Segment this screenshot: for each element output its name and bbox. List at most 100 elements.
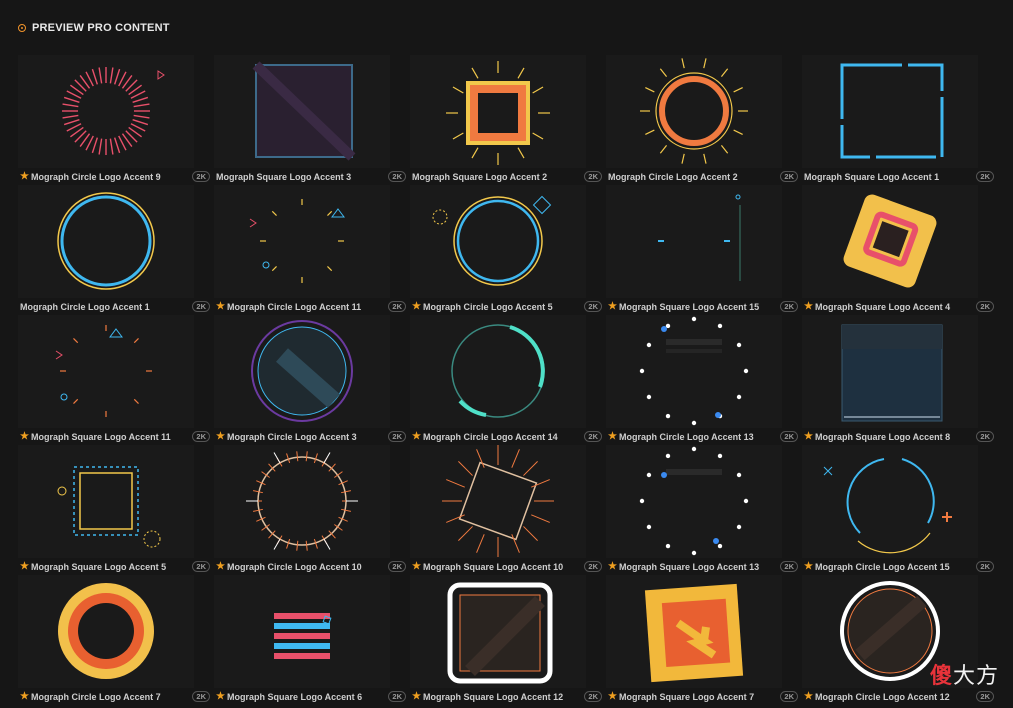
asset-title: Mograph Circle Logo Accent 15	[814, 561, 950, 572]
asset-title: Mograph Square Logo Accent 2	[412, 171, 548, 182]
resolution-badge: 2K	[976, 431, 994, 442]
asset-thumbnail[interactable]	[18, 315, 194, 428]
asset-card[interactable]: ★ Mograph Square Logo Accent 12 2K	[410, 575, 606, 705]
asset-thumbnail[interactable]	[214, 315, 390, 428]
logo-accent-preview	[644, 583, 744, 683]
asset-thumbnail[interactable]	[214, 445, 390, 558]
pro-star-icon: ★	[20, 561, 29, 572]
asset-title: Mograph Circle Logo Accent 3	[226, 431, 357, 442]
resolution-badge: 2K	[976, 301, 994, 312]
asset-thumbnail[interactable]	[606, 575, 782, 688]
asset-thumbnail[interactable]	[802, 185, 978, 298]
asset-thumbnail[interactable]	[214, 575, 390, 688]
asset-card[interactable]: Mograph Circle Logo Accent 2 2K	[606, 55, 802, 185]
logo-accent-preview	[658, 194, 741, 281]
asset-caption: Mograph Square Logo Accent 2 2K	[412, 171, 602, 182]
asset-thumbnail[interactable]	[606, 445, 782, 558]
resolution-badge: 2K	[584, 561, 602, 572]
asset-card[interactable]: Mograph Square Logo Accent 2 2K	[410, 55, 606, 185]
asset-card[interactable]: ★ Mograph Square Logo Accent 13 2K	[606, 445, 802, 575]
asset-title: Mograph Square Logo Accent 11	[30, 431, 171, 442]
asset-card[interactable]: ★ Mograph Circle Logo Accent 3 2K	[214, 315, 410, 445]
asset-thumbnail[interactable]	[802, 55, 978, 168]
asset-caption: ★ Mograph Circle Logo Accent 13 2K	[608, 431, 798, 442]
preview-pro-toggle[interactable]: PREVIEW PRO CONTENT	[18, 22, 170, 34]
pro-star-icon: ★	[412, 301, 421, 312]
pro-star-icon: ★	[804, 691, 813, 702]
asset-title: Mograph Square Logo Accent 12	[422, 691, 564, 702]
logo-accent-preview	[442, 445, 554, 557]
resolution-badge: 2K	[976, 171, 994, 182]
logo-accent-preview	[639, 446, 749, 556]
asset-thumbnail[interactable]	[410, 445, 586, 558]
asset-caption: ★ Mograph Square Logo Accent 5 2K	[20, 561, 210, 572]
resolution-badge: 2K	[780, 431, 798, 442]
asset-card[interactable]: ★ Mograph Square Logo Accent 10 2K	[410, 445, 606, 575]
asset-title: Mograph Circle Logo Accent 2	[608, 171, 738, 182]
asset-caption: Mograph Square Logo Accent 3 2K	[216, 171, 406, 182]
asset-card[interactable]: ★ Mograph Circle Logo Accent 13 2K	[606, 315, 802, 445]
pro-star-icon: ★	[608, 691, 617, 702]
asset-thumbnail[interactable]	[18, 55, 194, 168]
resolution-badge: 2K	[780, 561, 798, 572]
asset-caption: ★ Mograph Circle Logo Accent 3 2K	[216, 431, 406, 442]
pro-star-icon: ★	[804, 561, 813, 572]
asset-caption: ★ Mograph Circle Logo Accent 15 2K	[804, 561, 994, 572]
logo-accent-preview	[843, 194, 937, 288]
asset-card[interactable]: ★ Mograph Circle Logo Accent 10 2K	[214, 445, 410, 575]
asset-card[interactable]: ★ Mograph Circle Logo Accent 15 2K	[802, 445, 998, 575]
asset-card[interactable]: ★ Mograph Square Logo Accent 15 2K	[606, 185, 802, 315]
asset-card[interactable]: Mograph Square Logo Accent 1 2K	[802, 55, 998, 185]
asset-thumbnail[interactable]	[214, 185, 390, 298]
asset-caption: ★ Mograph Circle Logo Accent 14 2K	[412, 431, 602, 442]
asset-title: Mograph Circle Logo Accent 13	[618, 431, 754, 442]
asset-card[interactable]: ★ Mograph Square Logo Accent 8 2K	[802, 315, 998, 445]
asset-thumbnail[interactable]	[18, 445, 194, 558]
asset-thumbnail[interactable]	[410, 575, 586, 688]
resolution-badge: 2K	[584, 431, 602, 442]
asset-title: Mograph Square Logo Accent 8	[814, 431, 951, 442]
asset-title: Mograph Circle Logo Accent 1	[20, 301, 150, 312]
asset-thumbnail[interactable]	[606, 315, 782, 428]
asset-title: Mograph Square Logo Accent 3	[216, 171, 352, 182]
asset-thumbnail[interactable]	[410, 315, 586, 428]
logo-accent-preview	[249, 199, 345, 283]
pro-star-icon: ★	[20, 171, 29, 182]
asset-title: Mograph Square Logo Accent 10	[422, 561, 564, 572]
asset-card[interactable]: ★ Mograph Circle Logo Accent 5 2K	[410, 185, 606, 315]
asset-card[interactable]: ★ Mograph Square Logo Accent 5 2K	[18, 445, 214, 575]
logo-accent-preview	[640, 58, 748, 164]
pro-star-icon: ★	[804, 431, 813, 442]
pro-star-icon: ★	[608, 301, 617, 312]
asset-caption: ★ Mograph Square Logo Accent 4 2K	[804, 301, 994, 312]
asset-card[interactable]: ★ Mograph Square Logo Accent 11 2K	[18, 315, 214, 445]
asset-thumbnail[interactable]	[606, 185, 782, 298]
asset-caption: ★ Mograph Circle Logo Accent 5 2K	[412, 301, 602, 312]
asset-card[interactable]: ★ Mograph Circle Logo Accent 11 2K	[214, 185, 410, 315]
asset-card[interactable]: Mograph Circle Logo Accent 1 2K	[18, 185, 214, 315]
asset-title: Mograph Square Logo Accent 15	[618, 301, 760, 312]
asset-thumbnail[interactable]	[802, 315, 978, 428]
logo-accent-preview	[57, 466, 161, 548]
asset-thumbnail[interactable]	[18, 575, 194, 688]
asset-title: Mograph Circle Logo Accent 9	[30, 171, 161, 182]
asset-card[interactable]: ★ Mograph Square Logo Accent 6 2K	[214, 575, 410, 705]
asset-card[interactable]: ★ Mograph Circle Logo Accent 7 2K	[18, 575, 214, 705]
asset-card[interactable]: ★ Mograph Square Logo Accent 7 2K	[606, 575, 802, 705]
preview-pro-label: PREVIEW PRO CONTENT	[32, 22, 170, 34]
radio-dot-icon[interactable]	[18, 24, 26, 32]
asset-card[interactable]: ★ Mograph Circle Logo Accent 14 2K	[410, 315, 606, 445]
asset-card[interactable]: ★ Mograph Circle Logo Accent 9 2K	[18, 55, 214, 185]
asset-card[interactable]: Mograph Square Logo Accent 3 2K	[214, 55, 410, 185]
asset-thumbnail[interactable]	[410, 185, 586, 298]
asset-thumbnail[interactable]	[802, 445, 978, 558]
asset-thumbnail[interactable]	[606, 55, 782, 168]
asset-caption: ★ Mograph Square Logo Accent 10 2K	[412, 561, 602, 572]
logo-accent-preview	[451, 324, 545, 418]
asset-thumbnail[interactable]	[18, 185, 194, 298]
asset-caption: ★ Mograph Circle Logo Accent 7 2K	[20, 691, 210, 702]
asset-card[interactable]: ★ Mograph Square Logo Accent 4 2K	[802, 185, 998, 315]
asset-thumbnail[interactable]	[410, 55, 586, 168]
resolution-badge: 2K	[780, 691, 798, 702]
asset-thumbnail[interactable]	[214, 55, 390, 168]
